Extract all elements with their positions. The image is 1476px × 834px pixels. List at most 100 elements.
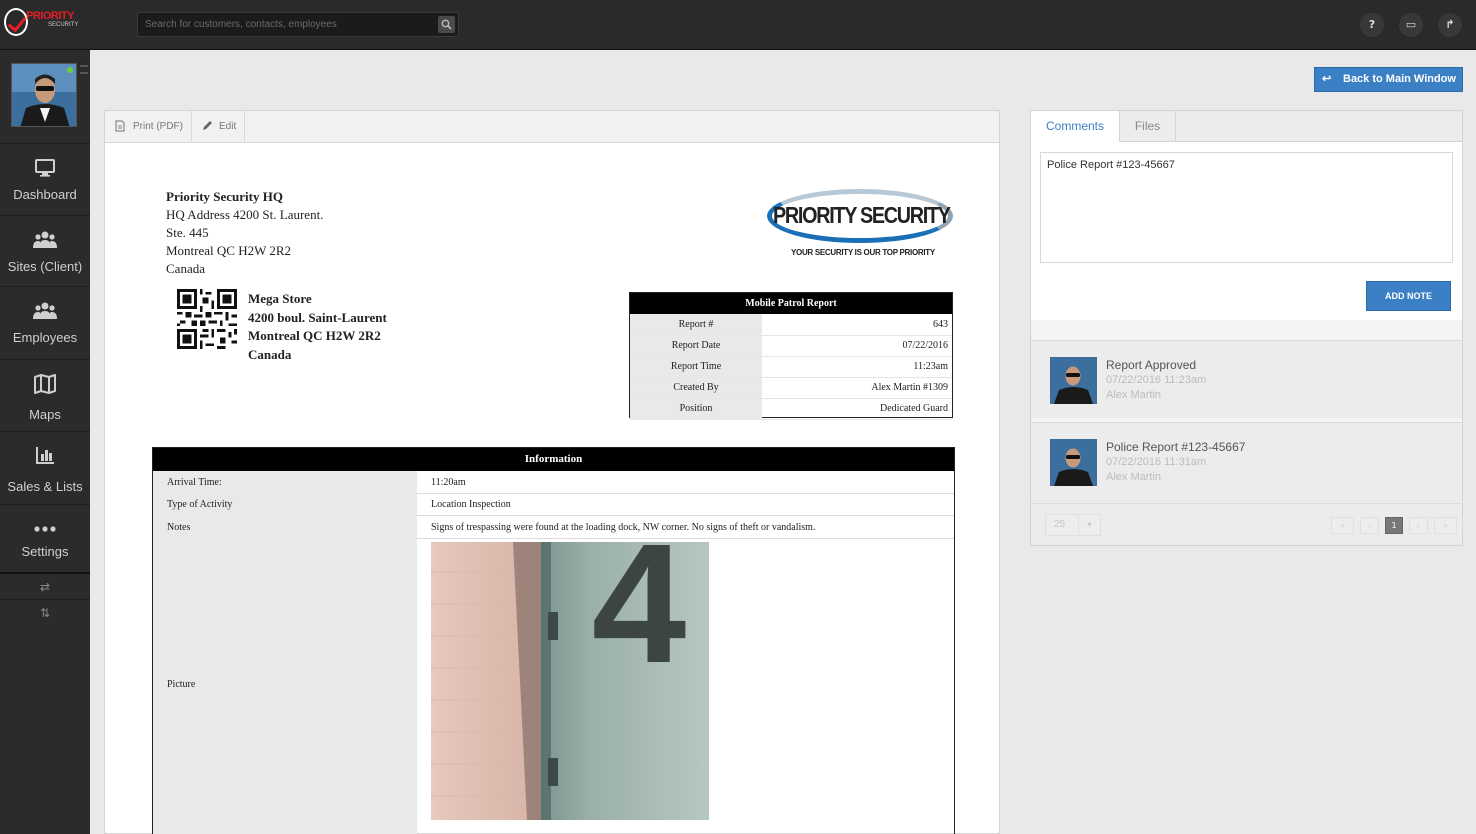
row-label: Report # — [630, 314, 762, 336]
add-note-button[interactable]: ADD NOTE — [1366, 281, 1451, 311]
comment-date: 07/22/2016 11:23am — [1106, 374, 1207, 386]
edit-button[interactable]: Edit — [192, 111, 245, 142]
search-input[interactable] — [138, 13, 433, 36]
comment-date: 07/22/2016 11:31am — [1106, 456, 1207, 468]
mobile-patrol-report-table: Mobile Patrol Report Report #643 Report … — [629, 292, 953, 420]
row-label: Picture — [167, 679, 196, 690]
sidebar-resize-handle[interactable] — [80, 65, 88, 74]
row-value: Alex Martin #1309 — [762, 377, 952, 399]
inspection-photo: 4 — [431, 542, 709, 820]
print-pdf-button[interactable]: Print (PDF) — [105, 111, 192, 142]
monitor-icon — [35, 159, 55, 177]
row-value: Signs of trespassing were found at the l… — [431, 522, 816, 533]
hq-line: Ste. 445 — [166, 225, 209, 240]
sidebar-item-sales-lists[interactable]: Sales & Lists — [0, 431, 90, 502]
bar-chart-icon — [36, 447, 54, 464]
sidebar-item-label: Sites (Client) — [7, 259, 83, 274]
chevron-down-icon: ▾ — [1078, 515, 1100, 535]
row-divider — [417, 538, 954, 539]
row-label: Position — [630, 398, 762, 420]
row-label: Report Date — [630, 335, 762, 357]
help-icon[interactable]: ? — [1360, 13, 1384, 37]
client-line: Canada — [248, 346, 292, 362]
table-title: Mobile Patrol Report — [630, 293, 952, 314]
hq-line: HQ Address 4200 St. Laurent. — [166, 207, 324, 222]
row-divider — [417, 515, 954, 516]
logo-brand: PRIORITY SECURITY — [773, 202, 951, 228]
hq-line: Canada — [166, 261, 205, 276]
row-value: 07/22/2016 — [762, 335, 952, 357]
table-title: Information — [153, 448, 954, 471]
pdf-file-icon — [115, 120, 125, 132]
comment-avatar — [1050, 439, 1097, 486]
page-size-value: 25 — [1054, 519, 1066, 530]
row-label: Report Time — [630, 356, 762, 378]
back-button-label: Back to Main Window — [1343, 73, 1456, 85]
edit-label: Edit — [219, 121, 237, 132]
sidebar-item-maps[interactable]: Maps — [0, 359, 90, 430]
comments-panel: Comments Files Police Report #123-45667 … — [1030, 110, 1463, 546]
sidebar-item-employees[interactable]: Employees — [0, 286, 90, 357]
back-to-main-window-button[interactable]: ↩ Back to Main Window — [1314, 67, 1463, 92]
information-table: Information Arrival Time: 11:20am Type o… — [152, 447, 955, 834]
next-page-button[interactable]: › — [1409, 517, 1428, 534]
row-value: 11:23am — [762, 356, 952, 378]
comment-author: Alex Martin — [1106, 389, 1162, 401]
first-page-button[interactable]: « — [1331, 517, 1354, 534]
print-pdf-label: Print (PDF) — [133, 121, 183, 132]
monitor-icon[interactable]: ▭ — [1399, 13, 1423, 37]
client-line: Montreal QC H2W 2R2 — [248, 328, 381, 343]
row-value: 11:20am — [431, 477, 466, 488]
swap-vertical-icon[interactable]: ⇅ — [0, 599, 90, 626]
note-textarea[interactable]: Police Report #123-45667 — [1040, 152, 1453, 263]
sidebar-item-label: Employees — [12, 330, 78, 345]
logo-name: PRIORITY — [26, 10, 74, 22]
current-page-button[interactable]: 1 — [1385, 517, 1403, 534]
map-icon — [34, 374, 56, 394]
table-row: Report Time 11:23am — [630, 356, 952, 378]
back-arrow-icon: ↩ — [1322, 73, 1332, 85]
tab-comments[interactable]: Comments — [1031, 111, 1120, 143]
row-value: Location Inspection — [431, 499, 511, 510]
row-value: Dedicated Guard — [762, 398, 952, 420]
client-line: Mega Store — [248, 291, 312, 306]
swap-horizontal-icon[interactable]: ⇄ — [0, 572, 90, 599]
page-size-select[interactable]: 25 ▾ — [1045, 514, 1101, 536]
row-value: 643 — [762, 314, 952, 336]
comment-item[interactable]: Report Approved 07/22/2016 11:23am Alex … — [1031, 340, 1462, 418]
table-row: Created By Alex Martin #1309 — [630, 377, 952, 399]
priority-security-logo: PRIORITY SECURITY YOUR SECURITY IS OUR T… — [765, 187, 957, 263]
search-button[interactable] — [438, 16, 455, 33]
prev-page-button[interactable]: ‹ — [1360, 517, 1379, 534]
comment-author: Alex Martin — [1106, 471, 1162, 483]
comment-avatar — [1050, 357, 1097, 404]
row-label: Arrival Time: — [167, 477, 222, 488]
client-line: 4200 boul. Saint-Laurent — [248, 309, 387, 325]
users-icon — [33, 231, 57, 248]
sidebar-item-settings[interactable]: Settings — [0, 504, 90, 575]
user-avatar[interactable] — [11, 63, 77, 127]
sidebar-item-label: Settings — [21, 544, 69, 559]
row-label: Created By — [630, 377, 762, 399]
sidebar-item-label: Sales & Lists — [7, 479, 83, 494]
table-row: Report #643 — [630, 314, 952, 336]
label-column — [153, 471, 417, 834]
sidebar-item-label: Dashboard — [13, 187, 77, 202]
client-address-block: Mega Store 4200 boul. Saint-Laurent Mont… — [248, 290, 387, 364]
share-icon[interactable]: ↱ — [1438, 13, 1462, 37]
row-divider — [417, 493, 954, 494]
tab-files[interactable]: Files — [1120, 111, 1176, 142]
report-document: Print (PDF) Edit Priority Security HQ HQ… — [104, 110, 1000, 834]
sidebar-item-dashboard[interactable]: Dashboard — [0, 143, 90, 214]
sidebar-item-sites[interactable]: Sites (Client) — [0, 215, 90, 286]
comment-title: Report Approved — [1106, 358, 1197, 372]
table-row: Position Dedicated Guard — [630, 398, 952, 420]
row-label: Type of Activity — [167, 499, 233, 510]
users-icon — [33, 302, 57, 319]
comment-item[interactable]: Police Report #123-45667 07/22/2016 11:3… — [1031, 422, 1462, 503]
last-page-button[interactable]: » — [1434, 517, 1457, 534]
search-icon — [441, 19, 452, 30]
comment-title: Police Report #123-45667 — [1106, 440, 1246, 454]
app-logo[interactable]: PRIORITY SECURITY — [2, 6, 82, 40]
sidebar-item-label: Maps — [29, 407, 61, 422]
